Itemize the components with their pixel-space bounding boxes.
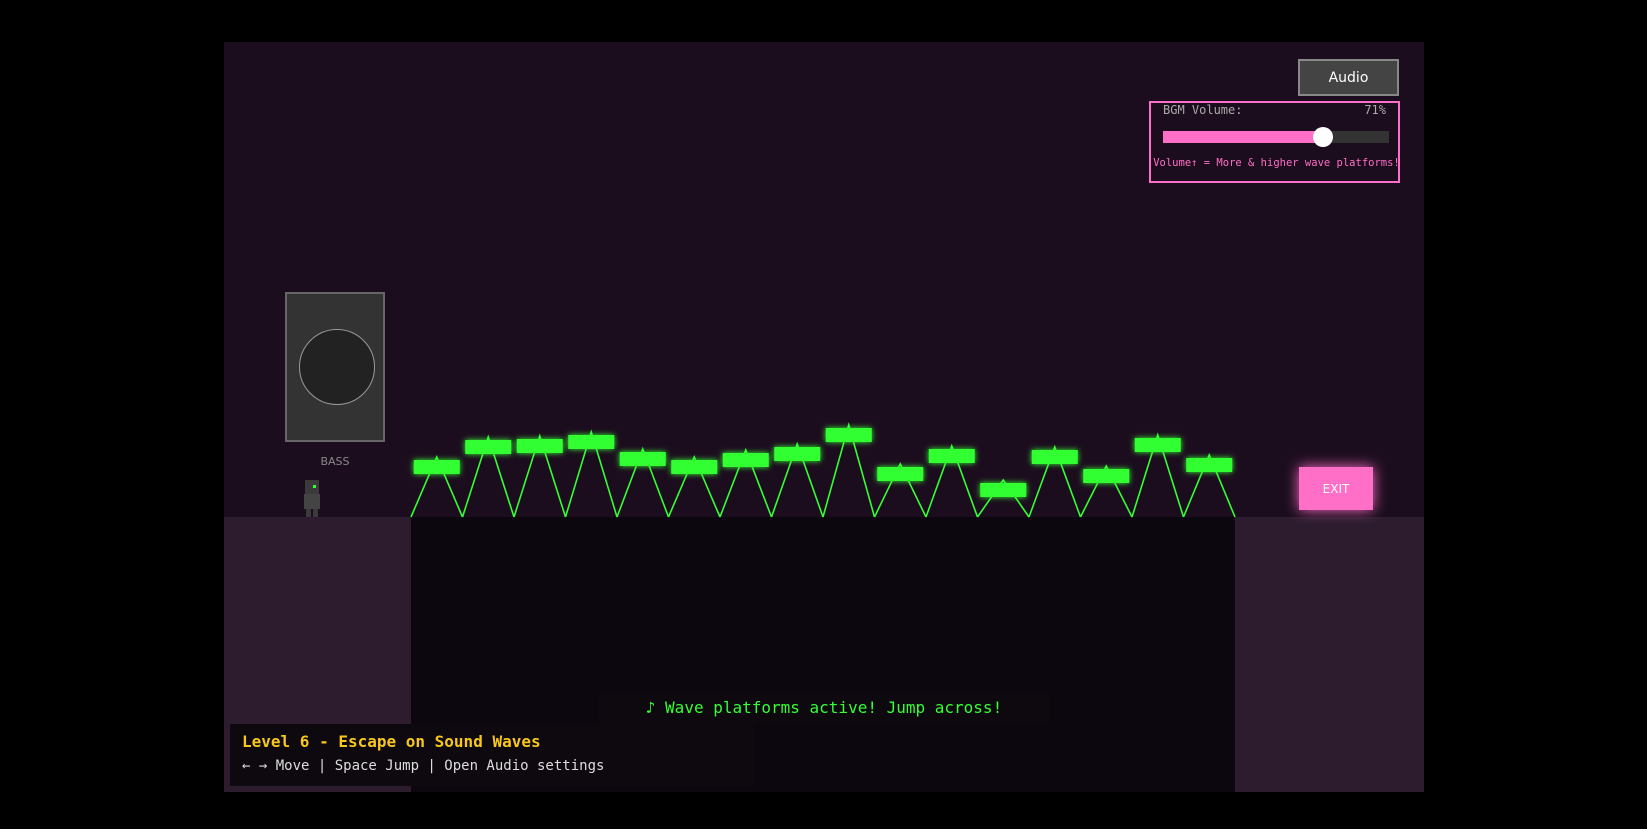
wave-platform [465, 440, 512, 454]
wave-platform [671, 460, 718, 474]
wave-platform [1186, 458, 1233, 472]
level-title: Level 6 - Escape on Sound Waves [242, 732, 541, 751]
wave-platform [877, 467, 924, 481]
volume-hint: Volume↑ = More & higher wave platforms! [1153, 157, 1400, 169]
audio-panel: BGM Volume: 71% Volume↑ = More & higher … [1149, 101, 1400, 183]
wave-platform [774, 447, 821, 461]
wave-platform [980, 483, 1027, 497]
wave-platform [1134, 438, 1181, 452]
level-info-panel: Level 6 - Escape on Sound Waves ← → Move… [230, 724, 754, 786]
status-message: ♪ Wave platforms active! Jump across! [599, 692, 1049, 724]
wave-platform [928, 449, 975, 463]
exit-door[interactable]: EXIT [1299, 467, 1373, 510]
wave-platform [1083, 469, 1130, 483]
game-canvas: BASS EXIT Audio BGM Volume: 71% Volume↑ … [224, 42, 1424, 792]
volume-value: 71% [1364, 103, 1386, 117]
wave-platform [722, 453, 769, 467]
wave-platform [516, 439, 563, 453]
wave-platform [1031, 450, 1078, 464]
controls-hint: ← → Move | Space Jump | Open Audio setti… [242, 758, 605, 774]
wave-platform [619, 452, 666, 466]
wave-platform [413, 460, 460, 474]
volume-slider-fill [1163, 131, 1324, 143]
wave-platform [825, 428, 872, 442]
volume-slider-knob[interactable] [1313, 127, 1334, 147]
volume-slider[interactable] [1163, 127, 1389, 147]
volume-label: BGM Volume: [1163, 103, 1243, 117]
audio-button[interactable]: Audio [1298, 59, 1399, 96]
wave-platform [568, 435, 615, 449]
